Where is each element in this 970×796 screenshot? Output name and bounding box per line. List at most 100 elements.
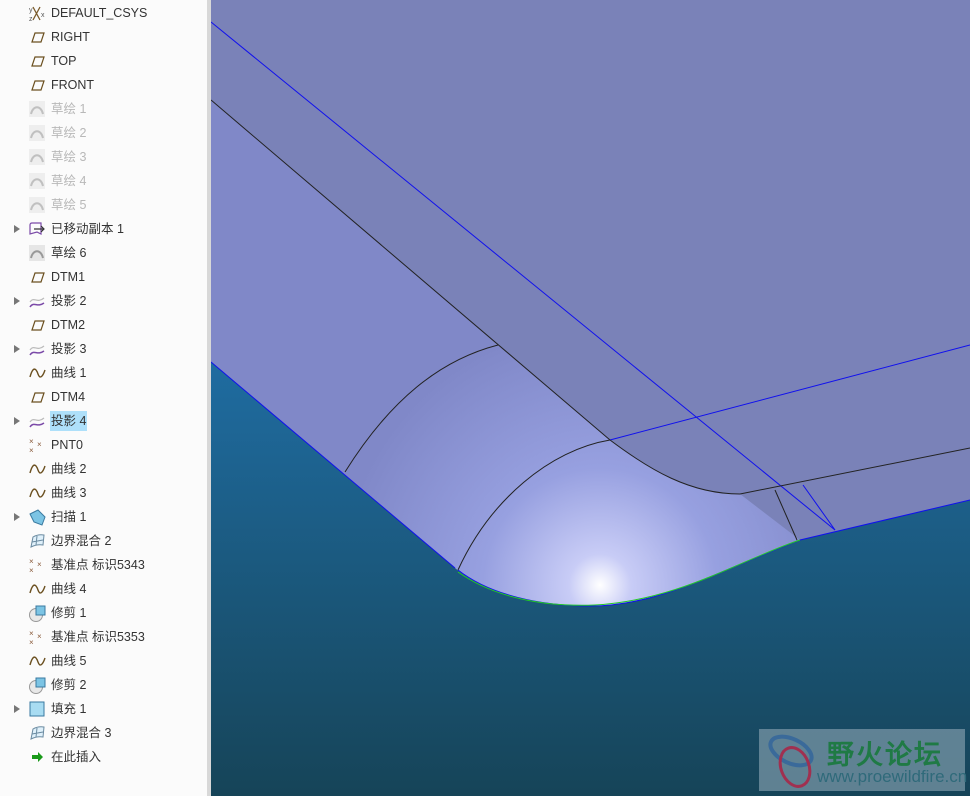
datum-point-icon: × ×× xyxy=(29,629,42,646)
tree-item[interactable]: × × × 基准点 标识5353 xyxy=(0,625,207,649)
expand-arrow-icon[interactable] xyxy=(14,513,20,521)
tree-item-label: 修剪 2 xyxy=(51,678,87,692)
tree-item[interactable]: TOP xyxy=(0,49,207,73)
datum-point-icon: × ×× xyxy=(29,437,42,454)
sketch-icon xyxy=(29,101,45,117)
svg-text:×: × xyxy=(37,560,42,569)
boundary-blend-icon xyxy=(30,534,45,548)
tree-item[interactable]: 已移动副本 1 xyxy=(0,217,207,241)
svg-text:×: × xyxy=(29,446,34,454)
tree-item-label: 修剪 1 xyxy=(51,606,87,620)
tree-item[interactable]: 草绘 1 xyxy=(0,97,207,121)
tree-item[interactable]: 边界混合 2 xyxy=(0,529,207,553)
svg-text:×: × xyxy=(29,629,34,638)
trim-icon xyxy=(29,677,46,694)
model-tree: y z x DEFAULT_CSYS RIGHT TOP FRONT 草绘 1 草绘 2 草绘 3… xyxy=(0,0,207,796)
svg-text:×: × xyxy=(29,566,34,574)
watermark-logo: 野火论坛 www.proewildfire.cn xyxy=(759,729,968,791)
trim-icon xyxy=(29,605,46,622)
sketch-icon xyxy=(29,125,45,141)
tree-item[interactable]: y z x DEFAULT_CSYS xyxy=(0,1,207,25)
sketch-icon xyxy=(29,197,45,213)
tree-item[interactable]: 曲线 1 xyxy=(0,361,207,385)
boundary-blend-icon xyxy=(30,726,45,740)
curve-icon xyxy=(29,464,46,474)
expand-arrow-icon[interactable] xyxy=(14,225,20,233)
tree-item-label: DEFAULT_CSYS xyxy=(51,6,148,20)
projection-icon xyxy=(29,297,45,308)
tree-item[interactable]: 草绘 3 xyxy=(0,145,207,169)
tree-item-label: 边界混合 3 xyxy=(51,726,112,740)
tree-item-label: 草绘 6 xyxy=(51,246,87,260)
tree-item-label: 投影 4 xyxy=(50,411,88,431)
svg-text:z: z xyxy=(29,16,33,22)
fill-icon xyxy=(29,701,45,717)
svg-text:×: × xyxy=(29,638,34,646)
tree-item[interactable]: FRONT xyxy=(0,73,207,97)
tree-item[interactable]: 在此插入 xyxy=(0,745,207,769)
svg-text:×: × xyxy=(37,632,42,641)
tree-item-label: DTM1 xyxy=(51,270,86,284)
tree-item[interactable]: 草绘 5 xyxy=(0,193,207,217)
svg-text:×: × xyxy=(29,557,34,566)
tree-item[interactable]: 边界混合 3 xyxy=(0,721,207,745)
tree-item-label: PNT0 xyxy=(51,438,83,452)
tree-item[interactable]: 草绘 4 xyxy=(0,169,207,193)
tree-item-label: TOP xyxy=(51,54,77,68)
tree-item-label: 基准点 标识5353 xyxy=(51,630,145,644)
tree-item[interactable]: 曲线 3 xyxy=(0,481,207,505)
moved-copy-icon xyxy=(29,222,45,235)
tree-item[interactable]: RIGHT xyxy=(0,25,207,49)
tree-item[interactable]: DTM2 xyxy=(0,313,207,337)
curve-icon xyxy=(29,488,46,498)
tree-item-label: 曲线 1 xyxy=(51,366,87,380)
expand-arrow-icon[interactable] xyxy=(14,417,20,425)
tree-item-label: DTM4 xyxy=(51,390,86,404)
sketch-icon xyxy=(29,149,45,165)
tree-item-label: 草绘 4 xyxy=(51,174,87,188)
sweep-icon xyxy=(29,509,46,526)
watermark-url: www.proewildfire.cn xyxy=(817,767,968,786)
svg-text:x: x xyxy=(41,12,45,19)
tree-item-label: 填充 1 xyxy=(51,702,87,716)
tree-item-label: 草绘 1 xyxy=(51,102,87,116)
tree-item[interactable]: 修剪 1 xyxy=(0,601,207,625)
butterfly-logo-icon xyxy=(768,734,814,788)
tree-item[interactable]: × × × 基准点 标识5343 xyxy=(0,553,207,577)
curve-icon xyxy=(29,584,46,594)
tree-item[interactable]: DTM4 xyxy=(0,385,207,409)
expand-arrow-icon[interactable] xyxy=(14,297,20,305)
3d-viewport[interactable] xyxy=(211,0,970,796)
tree-item[interactable]: 投影 3 xyxy=(0,337,207,361)
sketch-icon xyxy=(29,173,45,189)
tree-item[interactable]: 修剪 2 xyxy=(0,673,207,697)
tree-item-label: 曲线 2 xyxy=(51,462,87,476)
tree-item[interactable]: 曲线 4 xyxy=(0,577,207,601)
tree-item-label: RIGHT xyxy=(51,30,90,44)
tree-item[interactable]: 曲线 2 xyxy=(0,457,207,481)
tree-item[interactable]: 填充 1 xyxy=(0,697,207,721)
tree-item-label: 曲线 5 xyxy=(51,654,87,668)
expand-arrow-icon[interactable] xyxy=(14,705,20,713)
tree-item[interactable]: 投影 2 xyxy=(0,289,207,313)
tree-item[interactable]: DTM1 xyxy=(0,265,207,289)
tree-item-label: 边界混合 2 xyxy=(51,534,112,548)
tree-item-label: 投影 3 xyxy=(51,342,87,356)
tree-item[interactable]: 草绘 2 xyxy=(0,121,207,145)
datum-plane-icon xyxy=(31,320,45,331)
datum-plane-icon xyxy=(31,272,45,283)
tree-item[interactable]: 曲线 5 xyxy=(0,649,207,673)
datum-plane-icon xyxy=(31,56,45,67)
tree-item-label: 曲线 3 xyxy=(51,486,87,500)
tree-item-label: 曲线 4 xyxy=(51,582,87,596)
expand-arrow-icon[interactable] xyxy=(14,345,20,353)
svg-text:y: y xyxy=(29,7,33,14)
tree-item-label: 扫描 1 xyxy=(51,510,87,524)
sketch-icon xyxy=(29,245,45,261)
tree-item[interactable]: 投影 4 xyxy=(0,409,207,433)
tree-item[interactable]: 草绘 6 xyxy=(0,241,207,265)
tree-item-label: DTM2 xyxy=(51,318,86,332)
tree-item[interactable]: × × × PNT0 xyxy=(0,433,207,457)
insert-here-arrow-icon xyxy=(32,752,43,762)
tree-item[interactable]: 扫描 1 xyxy=(0,505,207,529)
